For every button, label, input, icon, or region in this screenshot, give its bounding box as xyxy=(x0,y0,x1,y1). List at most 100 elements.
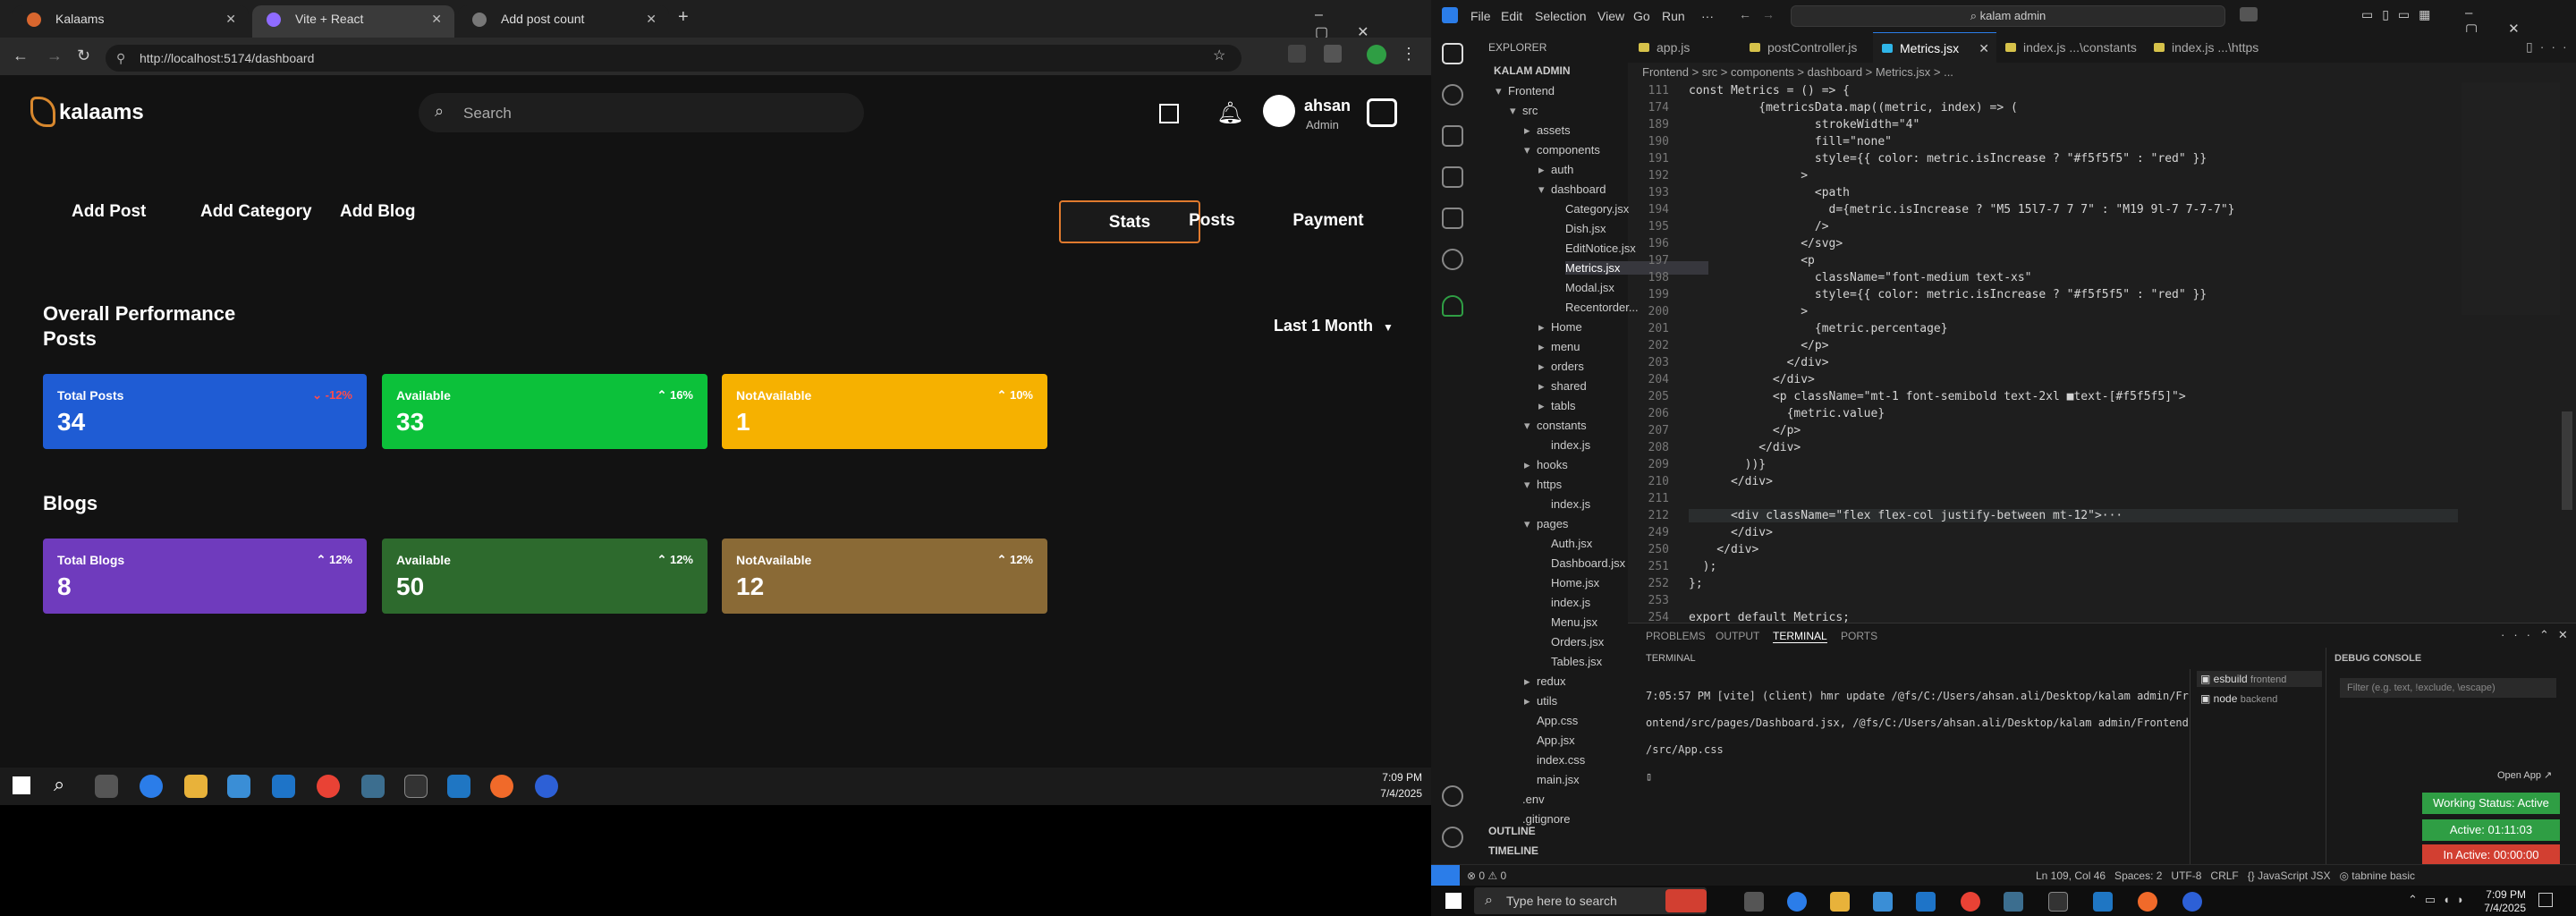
tab-posts[interactable]: Posts xyxy=(1163,200,1261,243)
tree-file[interactable]: Orders.jsx xyxy=(1551,635,1604,649)
tree-folder[interactable]: dashboard xyxy=(1538,182,1606,197)
site-search-box[interactable]: ⌕ Search xyxy=(419,93,864,132)
tree-folder[interactable]: shared xyxy=(1538,379,1587,394)
layout-toggle-icons[interactable]: ▭▯▭▦ xyxy=(2361,7,2439,22)
tree-file[interactable]: .env xyxy=(1522,793,1545,806)
store-icon[interactable] xyxy=(1873,892,1893,912)
range-select[interactable]: Last 1 Month ▼ xyxy=(1274,317,1394,335)
editor-scrollbar[interactable] xyxy=(2562,411,2572,510)
tree-file[interactable]: Dashboard.jsx xyxy=(1551,556,1625,570)
file-explorer-icon[interactable] xyxy=(1830,892,1850,912)
tree-file[interactable]: App.css xyxy=(1537,714,1578,727)
reload-icon[interactable]: ↻ xyxy=(77,47,90,65)
tree-folder[interactable]: src xyxy=(1510,104,1538,118)
tree-file[interactable]: Home.jsx xyxy=(1551,576,1599,589)
vscode-icon[interactable] xyxy=(2093,892,2113,912)
site-info-icon[interactable]: ⚲ xyxy=(116,45,125,72)
panel-tab-output[interactable]: OUTPUT xyxy=(1716,630,1759,642)
menu-go[interactable]: Go xyxy=(1633,9,1650,23)
tree-folder[interactable]: utils xyxy=(1524,694,1557,708)
search-input[interactable]: Search xyxy=(463,105,512,123)
chrome-icon[interactable] xyxy=(317,775,340,798)
chrome-icon[interactable] xyxy=(1961,892,1980,912)
postman-icon[interactable] xyxy=(490,775,513,798)
extension-icon[interactable] xyxy=(1288,45,1306,63)
forward-icon[interactable]: → xyxy=(47,47,63,65)
tree-file[interactable]: Modal.jsx xyxy=(1565,281,1614,294)
new-tab-button[interactable]: + xyxy=(678,7,689,28)
minimap[interactable] xyxy=(2462,82,2560,315)
browser-tab-vite[interactable]: Vite + React ✕ xyxy=(252,5,454,38)
tree-file[interactable]: index.js xyxy=(1551,497,1590,511)
editor-tab-index-https[interactable]: index.js ...\https xyxy=(2145,32,2306,63)
remote-explorer-icon[interactable] xyxy=(1442,249,1463,270)
copilot-icon[interactable] xyxy=(2240,7,2258,21)
windows-start-icon[interactable] xyxy=(13,776,30,794)
command-center[interactable]: ⌕ kalam admin xyxy=(1791,5,2225,27)
vscode-icon[interactable] xyxy=(447,775,470,798)
tree-folder[interactable]: assets xyxy=(1524,123,1570,138)
vpn-icon[interactable] xyxy=(361,775,385,798)
profile-avatar-icon[interactable] xyxy=(1367,45,1386,64)
search-icon[interactable] xyxy=(1442,84,1463,106)
tree-folder[interactable]: constants xyxy=(1524,419,1587,433)
tree-file[interactable]: Menu.jsx xyxy=(1551,615,1597,629)
zoom-icon[interactable] xyxy=(535,775,558,798)
tree-file[interactable]: Dish.jsx xyxy=(1565,222,1606,235)
mongodb-leaf-icon[interactable] xyxy=(1442,295,1463,317)
back-icon[interactable]: ← xyxy=(13,47,29,65)
project-root[interactable]: KALAM ADMIN xyxy=(1494,64,1571,77)
remote-indicator-icon[interactable] xyxy=(1431,865,1460,886)
split-editor-icon[interactable]: ▯··· xyxy=(2526,39,2574,55)
windows-start-icon[interactable] xyxy=(1445,893,1462,909)
bookmark-star-icon[interactable]: ☆ xyxy=(1213,47,1225,64)
window-controls[interactable]: –▢✕ xyxy=(1315,7,1431,41)
tree-file[interactable]: index.js xyxy=(1551,438,1590,452)
bell-icon[interactable]: 🔔︎ xyxy=(1216,100,1243,126)
notifications-icon[interactable] xyxy=(2538,893,2553,907)
tree-folder[interactable]: tabls xyxy=(1538,399,1576,413)
logout-icon[interactable] xyxy=(1367,98,1397,127)
tree-folder[interactable]: components xyxy=(1524,143,1600,157)
search-icon[interactable]: ⌕ xyxy=(54,773,64,796)
tree-folder[interactable]: Frontend xyxy=(1496,84,1555,98)
close-icon[interactable]: ✕ xyxy=(646,5,657,32)
terminal-icon[interactable] xyxy=(2048,892,2068,912)
dashboard-grid-icon[interactable] xyxy=(1159,104,1179,123)
tree-folder[interactable]: Home xyxy=(1538,320,1582,335)
close-icon[interactable]: ✕ xyxy=(1979,33,1989,64)
terminal-esbuild[interactable]: ▣ esbuild frontend xyxy=(2197,671,2322,687)
browser-tab-kalaams[interactable]: Kalaams ✕ xyxy=(13,5,249,38)
edge-browser-icon[interactable] xyxy=(140,775,163,798)
zoom-icon[interactable] xyxy=(2182,892,2202,912)
menu-selection[interactable]: Selection xyxy=(1535,9,1587,23)
terminal-output[interactable]: 7:05:57 PM [vite] (client) hmr update /@… xyxy=(1646,676,2189,797)
task-view-icon[interactable] xyxy=(95,775,118,798)
nav-forward-icon[interactable]: → xyxy=(1762,7,1775,21)
system-tray-icons[interactable]: ⌃▭◖◗ xyxy=(2408,893,2471,907)
extensions-icon[interactable] xyxy=(1442,208,1463,229)
menu-more[interactable]: ··· xyxy=(1701,9,1714,23)
mail-icon[interactable] xyxy=(272,775,295,798)
panel-tab-problems[interactable]: PROBLEMS xyxy=(1646,630,1706,642)
tree-file[interactable]: App.jsx xyxy=(1537,734,1575,747)
edge-browser-icon[interactable] xyxy=(1787,892,1807,912)
task-view-icon[interactable] xyxy=(1744,892,1764,912)
problems-count[interactable]: ⊗ 0 ⚠ 0 xyxy=(1467,869,1506,882)
store-icon[interactable] xyxy=(227,775,250,798)
terminal-node[interactable]: ▣ node backend xyxy=(2197,691,2322,707)
editor-tab-index-constants[interactable]: index.js ...\constants xyxy=(1996,32,2157,63)
timeline-section[interactable]: TIMELINE xyxy=(1488,844,1538,857)
editor-tab-metrics[interactable]: Metrics.jsx ✕ xyxy=(1873,32,1996,63)
browser-menu-icon[interactable]: ⋮ xyxy=(1401,45,1417,64)
add-blog-link[interactable]: Add Blog xyxy=(340,202,415,222)
terminal-icon[interactable] xyxy=(404,775,428,798)
close-icon[interactable]: ✕ xyxy=(225,5,236,32)
panel-tab-terminal[interactable]: TERMINAL xyxy=(1773,630,1827,643)
menu-run[interactable]: Run xyxy=(1662,9,1685,23)
panel-controls[interactable]: ···⌃✕ xyxy=(2501,628,2576,642)
tree-folder[interactable]: pages xyxy=(1524,517,1569,531)
debug-filter-input[interactable]: Filter (e.g. text, !exclude, \escape) xyxy=(2340,678,2556,698)
tree-file[interactable]: EditNotice.jsx xyxy=(1565,242,1636,255)
tree-file[interactable]: Category.jsx xyxy=(1565,202,1629,216)
